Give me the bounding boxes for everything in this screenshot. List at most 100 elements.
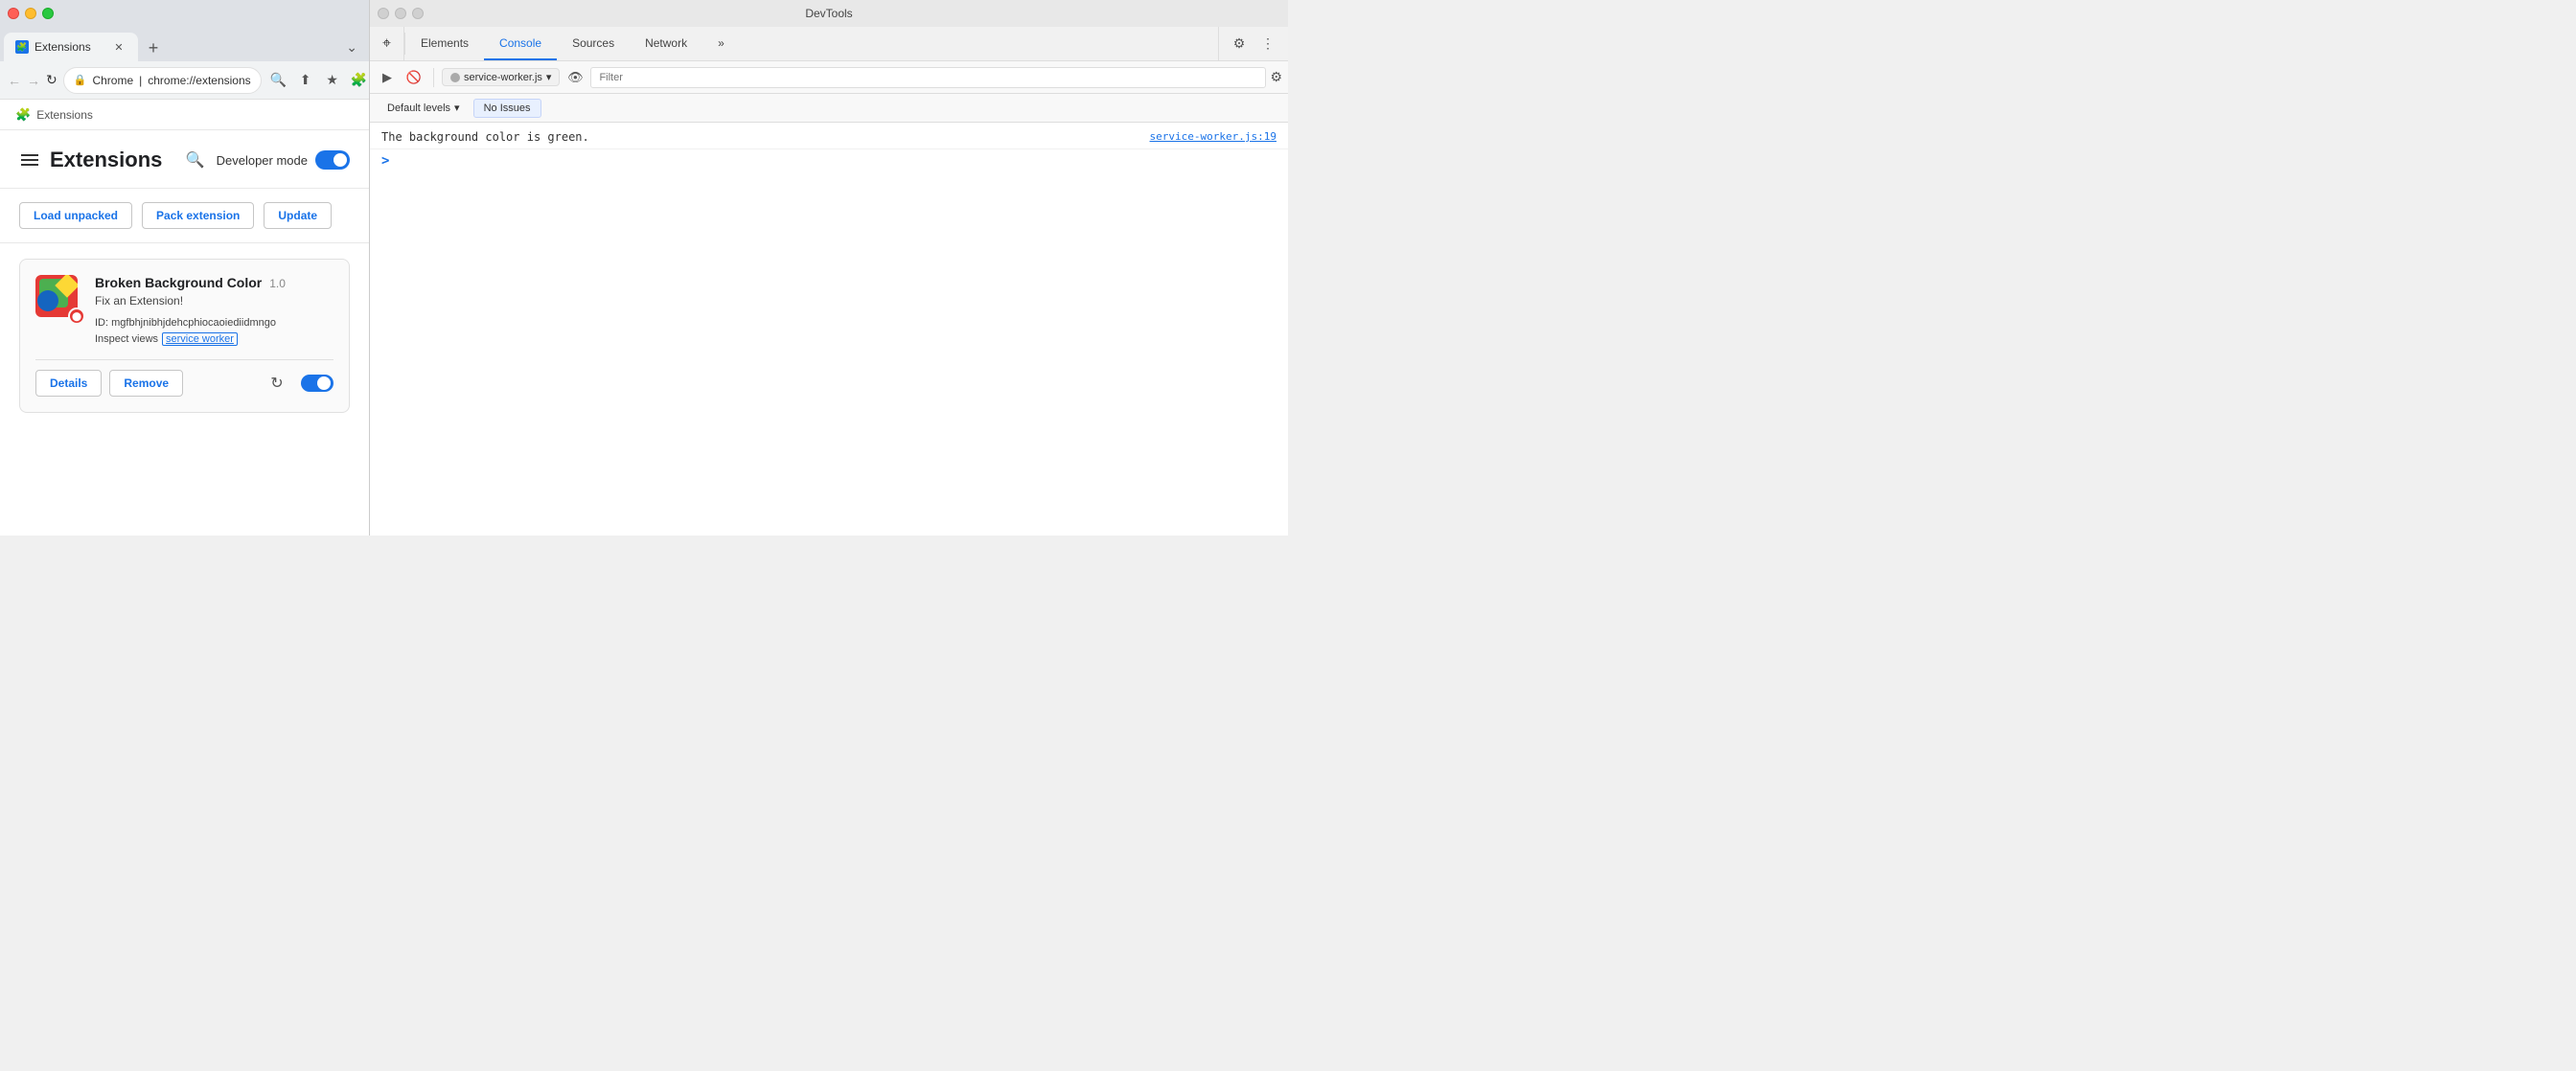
- developer-mode-toggle[interactable]: [315, 150, 350, 170]
- tab-bar: 🧩 Extensions ✕ + ⌄: [0, 27, 369, 61]
- extensions-tab[interactable]: 🧩 Extensions ✕: [4, 33, 138, 61]
- tab-close-button[interactable]: ✕: [111, 39, 126, 55]
- reload-icon: ↻: [270, 374, 283, 393]
- filter-input[interactable]: [590, 67, 1266, 88]
- tab-right-area: ⌄: [342, 37, 365, 61]
- back-icon: ←: [8, 73, 21, 88]
- zoom-icon[interactable]: 🔍: [267, 69, 290, 92]
- extension-icon-wrapper: ⬤: [35, 275, 81, 321]
- devtools-tab-right: ⚙ ⋮: [1218, 27, 1288, 60]
- extensions-list: ⬤ Broken Background Color 1.0 Fix an Ext…: [0, 243, 369, 428]
- worker-label: service-worker.js: [464, 72, 542, 83]
- icon-blue-circle: [37, 290, 58, 311]
- devtools-close-button[interactable]: [378, 8, 389, 19]
- extensions-content: Extensions 🔍 Developer mode Load unpacke…: [0, 130, 369, 536]
- inspect-cursor-icon: ⌖: [382, 35, 391, 53]
- no-issues-badge[interactable]: No Issues: [473, 99, 541, 118]
- devtools-maximize-button[interactable]: [412, 8, 424, 19]
- eye-icon: 👁: [567, 70, 584, 85]
- eye-icon-button[interactable]: 👁: [564, 66, 586, 89]
- browser-panel: 🧩 Extensions ✕ + ⌄ ← → ↻ 🔒 Chrome | chro…: [0, 0, 370, 536]
- url-separator: |: [139, 74, 142, 87]
- extension-info: Broken Background Color 1.0 Fix an Exten…: [95, 275, 334, 346]
- console-source-link[interactable]: service-worker.js:19: [1150, 130, 1276, 143]
- service-worker-selector[interactable]: service-worker.js ▾: [442, 68, 560, 86]
- elements-tab-label: Elements: [421, 36, 469, 50]
- address-bar: ← → ↻ 🔒 Chrome | chrome://extensions 🔍 ⬆…: [0, 61, 369, 100]
- back-button[interactable]: ←: [8, 69, 21, 92]
- devtools-more-button[interactable]: ⋮: [1255, 32, 1280, 57]
- extensions-tab-icon: 🧩: [15, 40, 29, 54]
- devtools-settings-button[interactable]: ⚙: [1227, 32, 1252, 57]
- extension-enable-toggle[interactable]: [301, 375, 334, 392]
- developer-mode-label: Developer mode: [217, 153, 308, 168]
- devtools-tabs: ⌖ Elements Console Sources Network » ⚙ ⋮: [370, 27, 1288, 61]
- settings-icon: ⚙: [1233, 35, 1246, 52]
- more-menu-icon: ⋮: [1261, 35, 1275, 52]
- breadcrumb-icon: 🧩: [15, 107, 31, 123]
- sources-tab-label: Sources: [572, 36, 614, 50]
- load-unpacked-button[interactable]: Load unpacked: [19, 202, 132, 229]
- title-group: Extensions: [19, 148, 162, 172]
- extension-description: Fix an Extension!: [95, 294, 334, 308]
- maximize-button[interactable]: [42, 8, 54, 19]
- page-title: Extensions: [50, 148, 162, 172]
- tabs-spacer: [740, 27, 1218, 60]
- extension-id: ID: mgfbhjnibhjdehcphiocaoiediidmngo: [95, 317, 334, 329]
- service-worker-link[interactable]: service worker: [162, 332, 238, 346]
- extension-name: Broken Background Color: [95, 275, 262, 290]
- tab-elements[interactable]: Elements: [405, 27, 484, 60]
- devtools-cursor-area[interactable]: ⌖: [370, 27, 404, 60]
- search-icon[interactable]: 🔍: [186, 150, 205, 170]
- tab-more[interactable]: »: [702, 27, 740, 60]
- forward-icon: →: [27, 73, 40, 88]
- chrome-label: Chrome: [92, 74, 133, 87]
- console-prompt-line[interactable]: >: [370, 149, 1288, 172]
- block-icon-button[interactable]: 🚫: [402, 66, 426, 89]
- security-icon: 🔒: [74, 74, 87, 86]
- extension-version: 1.0: [269, 277, 286, 290]
- worker-dot: [450, 73, 460, 82]
- devtools-panel: DevTools ⌖ Elements Console Sources Netw…: [370, 0, 1288, 536]
- extension-action-buttons: Details Remove: [35, 370, 183, 397]
- reload-button[interactable]: ↻: [46, 69, 58, 92]
- console-message-text: The background color is green.: [381, 130, 1142, 144]
- update-button[interactable]: Update: [264, 202, 332, 229]
- default-levels-button[interactable]: Default levels ▾: [381, 100, 466, 116]
- toolbar-divider: [433, 68, 434, 87]
- extension-inspect-views: Inspect views service worker: [95, 332, 334, 346]
- bookmark-star-icon[interactable]: ★: [321, 69, 344, 92]
- new-tab-button[interactable]: +: [140, 34, 167, 61]
- devtools-minimize-button[interactable]: [395, 8, 406, 19]
- tab-menu-button[interactable]: ⌄: [342, 37, 361, 57]
- extension-error-badge: ⬤: [68, 308, 85, 325]
- console-settings-icon[interactable]: ⚙: [1270, 69, 1282, 85]
- extensions-icon[interactable]: 🧩: [348, 69, 371, 92]
- console-tab-label: Console: [499, 36, 541, 50]
- block-icon: 🚫: [406, 70, 422, 85]
- forward-button[interactable]: →: [27, 69, 40, 92]
- remove-button[interactable]: Remove: [109, 370, 183, 397]
- worker-dropdown-arrow: ▾: [546, 71, 552, 83]
- console-line-1: The background color is green. service-w…: [370, 126, 1288, 149]
- extension-card-header: ⬤ Broken Background Color 1.0 Fix an Ext…: [35, 275, 334, 346]
- hamburger-menu-button[interactable]: [19, 152, 40, 168]
- pack-extension-button[interactable]: Pack extension: [142, 202, 254, 229]
- network-tab-label: Network: [645, 36, 687, 50]
- clear-console-button[interactable]: ▶: [376, 66, 399, 89]
- omnibox[interactable]: 🔒 Chrome | chrome://extensions: [63, 67, 262, 94]
- download-icon[interactable]: ⬆: [294, 69, 317, 92]
- reload-extension-button[interactable]: ↻: [264, 371, 289, 396]
- tab-console[interactable]: Console: [484, 27, 557, 60]
- details-button[interactable]: Details: [35, 370, 102, 397]
- breadcrumb: 🧩 Extensions: [0, 100, 369, 130]
- console-caret: >: [381, 153, 389, 169]
- browser-title-bar: [0, 0, 369, 27]
- minimize-button[interactable]: [25, 8, 36, 19]
- tab-network[interactable]: Network: [630, 27, 702, 60]
- tab-sources[interactable]: Sources: [557, 27, 630, 60]
- close-button[interactable]: [8, 8, 19, 19]
- extensions-header: Extensions 🔍 Developer mode: [0, 130, 369, 189]
- extension-footer-right: ↻: [264, 371, 334, 396]
- console-toolbar: ▶ 🚫 service-worker.js ▾ 👁 ⚙: [370, 61, 1288, 94]
